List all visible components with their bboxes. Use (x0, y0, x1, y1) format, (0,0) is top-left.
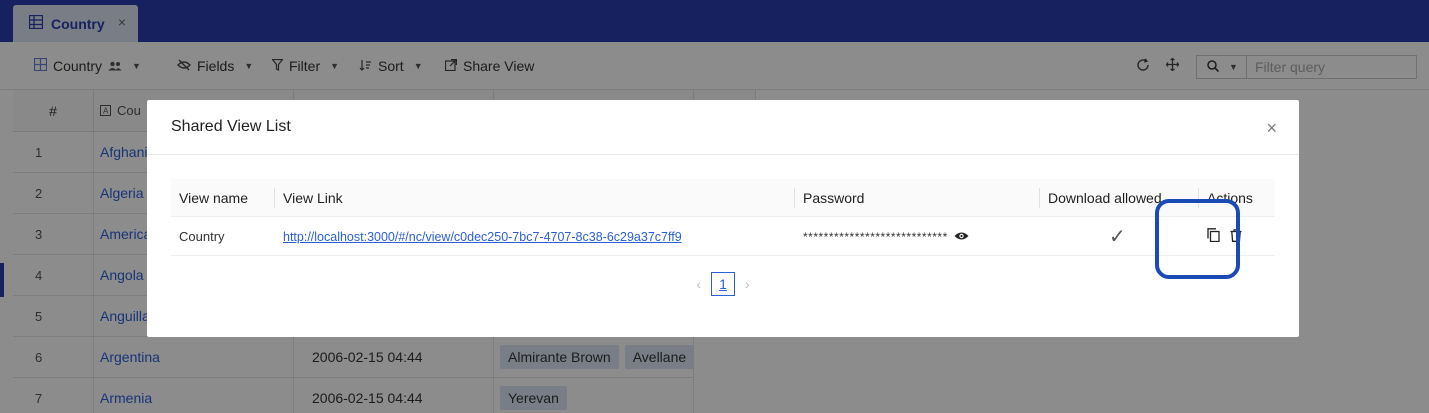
column-header-download-allowed: Download allowed (1048, 190, 1162, 206)
column-header-view-name: View name (179, 190, 249, 206)
shared-view-list-dialog: Shared View List × View name View Link P… (147, 100, 1299, 337)
eye-icon[interactable] (954, 229, 969, 244)
page-1-button[interactable]: 1 (711, 272, 735, 296)
download-allowed-check: ✓ (1109, 226, 1126, 248)
password-cell: **************************** (803, 217, 969, 256)
view-link[interactable]: http://localhost:3000/#/nc/view/c0dec250… (283, 230, 682, 244)
column-divider (794, 188, 795, 208)
pagination: ‹ 1 › (147, 272, 1299, 296)
dialog-header: Shared View List (147, 100, 1299, 155)
shared-views-table: View name View Link Password Download al… (171, 179, 1275, 256)
view-link-cell: http://localhost:3000/#/nc/view/c0dec250… (283, 217, 682, 256)
password-mask: **************************** (803, 229, 948, 244)
column-divider (274, 188, 275, 208)
table-header: View name View Link Password Download al… (171, 179, 1275, 217)
next-page-button[interactable]: › (745, 276, 750, 292)
column-divider (1039, 188, 1040, 208)
copy-action-highlight (1155, 199, 1240, 279)
prev-page-button[interactable]: ‹ (696, 276, 701, 292)
column-header-view-link: View Link (283, 190, 343, 206)
dialog-title: Shared View List (171, 118, 291, 135)
close-icon[interactable]: × (1266, 118, 1277, 139)
column-header-password: Password (803, 190, 865, 206)
table-row: Country http://localhost:3000/#/nc/view/… (171, 217, 1275, 256)
view-name-cell: Country (179, 229, 225, 244)
